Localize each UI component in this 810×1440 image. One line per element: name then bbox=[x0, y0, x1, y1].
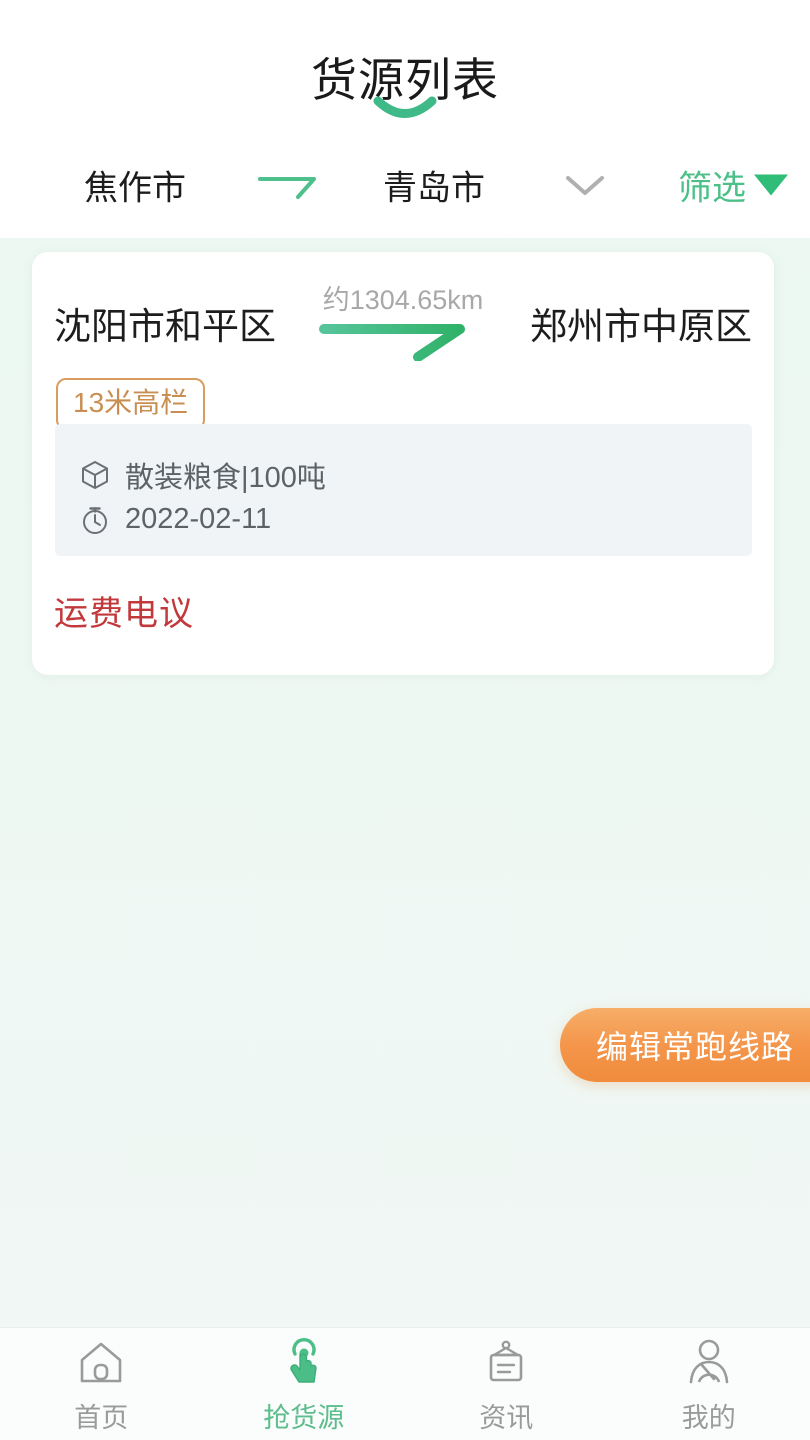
pickup-date: 2022-02-11 bbox=[125, 503, 272, 535]
card-dest-city: 郑州市中原区 bbox=[530, 306, 752, 347]
filter-button[interactable]: 筛选 bbox=[678, 161, 788, 210]
route-arrow-icon bbox=[319, 324, 465, 361]
filter-bar: 焦作市 青岛市 筛选 bbox=[0, 150, 810, 220]
card-origin-city: 沈阳市和平区 bbox=[54, 306, 276, 347]
triangle-down-icon bbox=[754, 174, 788, 196]
app-screen: 货源列表 焦作市 青岛市 筛选 沈阳市和平区 约1304.65km 郑州市中原区… bbox=[0, 0, 810, 1440]
tap-hand-icon bbox=[290, 1337, 317, 1383]
cargo-date-row: 2022-02-11 bbox=[79, 503, 271, 536]
page-header: 货源列表 焦作市 青岛市 筛选 bbox=[0, 0, 810, 238]
card-distance-block: 约1304.65km bbox=[288, 278, 518, 361]
tab-mine-label: 我的 bbox=[681, 1403, 736, 1433]
tab-grab-cargo-label: 抢货源 bbox=[263, 1403, 345, 1433]
chevron-down-icon[interactable] bbox=[562, 170, 608, 200]
bottom-tab-bar: 首页 抢货源 资讯 我的 bbox=[0, 1327, 810, 1440]
cargo-detail-row: 散装粮食|100吨 bbox=[79, 454, 326, 496]
edit-route-button-label: 编辑常跑线路 bbox=[596, 1029, 795, 1065]
tab-news-label: 资讯 bbox=[479, 1403, 534, 1433]
title-underline-decoration bbox=[373, 96, 437, 126]
tab-mine[interactable]: 我的 bbox=[608, 1328, 810, 1440]
card-route-row: 沈阳市和平区 约1304.65km 郑州市中原区 bbox=[32, 252, 774, 361]
edit-route-button[interactable]: 编辑常跑线路 bbox=[560, 1008, 810, 1082]
filter-button-label: 筛选 bbox=[678, 169, 746, 208]
dest-city-selector[interactable]: 青岛市 bbox=[383, 161, 485, 210]
tab-home-label: 首页 bbox=[74, 1403, 129, 1433]
truck-type-tag: 13米高栏 bbox=[56, 378, 206, 430]
home-icon bbox=[80, 1342, 122, 1383]
card-distance-text: 约1304.65km bbox=[322, 285, 484, 315]
cargo-card[interactable]: 沈阳市和平区 约1304.65km 郑州市中原区 13米高栏 散装粮食|100吨… bbox=[32, 252, 774, 675]
driver-icon bbox=[689, 1339, 729, 1384]
freight-price: 运费电议 bbox=[54, 595, 194, 633]
clipboard-icon bbox=[489, 1340, 523, 1382]
box-icon bbox=[82, 461, 108, 489]
cargo-name-weight: 散装粮食|100吨 bbox=[125, 462, 326, 494]
tab-news[interactable]: 资讯 bbox=[405, 1328, 608, 1440]
origin-city-selector[interactable]: 焦作市 bbox=[84, 161, 186, 210]
stopwatch-icon bbox=[83, 506, 107, 534]
cargo-info-box: 散装粮食|100吨 2022-02-11 bbox=[55, 424, 752, 556]
route-arrow-icon bbox=[258, 170, 324, 200]
tab-grab-cargo[interactable]: 抢货源 bbox=[203, 1328, 406, 1440]
tab-home[interactable]: 首页 bbox=[0, 1328, 203, 1440]
